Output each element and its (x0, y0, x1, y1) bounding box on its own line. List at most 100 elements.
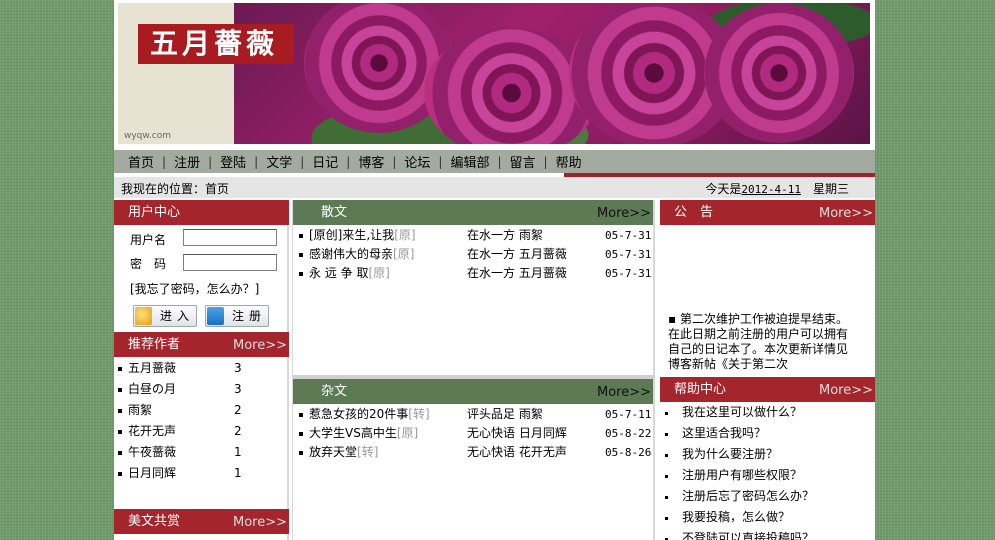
nav-register[interactable]: 注册 (166, 152, 208, 171)
recommended-header: 推荐作者 More>> (114, 332, 289, 357)
article-title-text: 大学生VS高中生 (309, 426, 397, 440)
article-date: 05-7-31 (605, 229, 652, 242)
article-date: 05-7-31 (605, 248, 652, 261)
date-link[interactable]: 2012-4-11 (741, 183, 801, 196)
bullet (118, 451, 122, 455)
key-icon (135, 307, 152, 325)
user-center-header: 用户中心 (114, 200, 289, 225)
today-prefix: 今天是 (705, 182, 742, 196)
article-date: 05-8-26 (605, 446, 652, 459)
article-row[interactable]: 大学生VS高中生[原] 无心快语 日月同辉 05-8-22 (293, 424, 653, 443)
password-input[interactable] (183, 254, 277, 271)
article-row[interactable]: 惹急女孩的20件事[转] 评头品足 雨絮 05-7-11 (293, 405, 653, 424)
article-author[interactable]: 雨絮 (519, 228, 543, 242)
recommended-more-link[interactable]: More>> (233, 333, 287, 358)
author-name: 雨絮 (128, 403, 153, 417)
nav-home[interactable]: 首页 (120, 152, 162, 171)
misc-title: 杂文 (321, 384, 348, 399)
author-count: 3 (234, 361, 242, 375)
right-column: 公 告 More>> ▪ 第二次维护工作被迫提早结束。在此日期之前注册的用户可以… (658, 200, 875, 540)
article-author[interactable]: 雨絮 (519, 407, 543, 421)
article-title[interactable]: 惹急女孩的20件事[转] (309, 405, 430, 424)
article-column: 在水一方 (467, 266, 516, 280)
article-meta: 在水一方 五月蔷薇 (467, 245, 567, 264)
forgot-password-link[interactable]: [我忘了密码，怎么办？] (130, 280, 259, 297)
help-item[interactable]: 注册后忘了密码怎么办？ (660, 486, 875, 507)
nav-login[interactable]: 登陆 (212, 152, 254, 171)
article-column: 在水一方 (467, 247, 516, 261)
article-title-text: 永 远 争 取 (309, 266, 369, 280)
nav-forum[interactable]: 论坛 (396, 152, 438, 171)
help-item[interactable]: 这里适合我吗？ (660, 423, 875, 444)
nav-diary[interactable]: 日记 (304, 152, 346, 171)
appreciation-more-link[interactable]: More>> (233, 510, 287, 535)
bullet (665, 496, 668, 499)
article-title[interactable]: 大学生VS高中生[原] (309, 424, 418, 443)
prose-list: [原创]来生,让我[原] 在水一方 雨絮 05-7-31 感谢伟大的母亲[原] 在水一… (293, 226, 653, 283)
bullet (118, 367, 122, 371)
article-tag: [原] (393, 247, 415, 261)
author-row[interactable]: 午夜蔷薇 1 (114, 442, 289, 463)
username-label: 用户名 (130, 233, 167, 247)
article-row[interactable]: 永 远 争 取[原] 在水一方 五月蔷薇 05-7-31 (293, 264, 653, 283)
rose-image (704, 3, 854, 143)
nav-help[interactable]: 帮助 (548, 152, 590, 171)
bullet (665, 454, 668, 457)
bullet (118, 388, 122, 392)
article-column: 评头品足 (467, 407, 516, 421)
bullet (665, 433, 668, 436)
help-item[interactable]: 不登陆可以直接投稿吗？ (660, 528, 875, 540)
article-tag: [转] (408, 407, 430, 421)
prose-more-link[interactable]: More>> (597, 201, 651, 226)
help-item[interactable]: 我为什么要注册？ (660, 444, 875, 465)
username-input[interactable] (183, 229, 277, 246)
author-row[interactable]: 白昼の月 3 (114, 379, 289, 400)
bullet (299, 413, 303, 417)
help-item[interactable]: 注册用户有哪些权限？ (660, 465, 875, 486)
author-row[interactable]: 五月蔷薇 3 (114, 358, 289, 379)
login-button[interactable]: 进入 (133, 305, 197, 327)
article-title[interactable]: 感谢伟大的母亲[原] (309, 245, 414, 264)
article-row[interactable]: [原创]来生,让我[原] 在水一方 雨絮 05-7-31 (293, 226, 653, 245)
nav-literature[interactable]: 文学 (258, 152, 300, 171)
nav-editorial[interactable]: 编辑部 (442, 152, 497, 171)
misc-more-link[interactable]: More>> (597, 380, 651, 405)
announcement-more-link[interactable]: More>> (819, 201, 873, 226)
left-column: 用户中心 用户名 密 码 [我忘了密码，怎么办？] 进入 注册 推荐作者 Mor… (114, 200, 289, 540)
article-title-text: [原创]来生,让我 (309, 228, 395, 242)
article-title-text: 惹急女孩的20件事 (309, 407, 409, 421)
article-tag: [原] (368, 266, 390, 280)
article-tag: [原] (396, 426, 419, 440)
author-row[interactable]: 花开无声 2 (114, 421, 289, 442)
site-logo[interactable]: 五月薔薇 (138, 24, 294, 64)
article-author[interactable]: 五月蔷薇 (519, 247, 567, 261)
bullet (299, 234, 303, 238)
help-more-link[interactable]: More>> (819, 378, 873, 403)
author-row[interactable]: 日月同辉 1 (114, 463, 289, 484)
article-author[interactable]: 五月蔷薇 (519, 266, 567, 280)
user-center-title: 用户中心 (128, 205, 181, 220)
help-item[interactable]: 我在这里可以做什么？ (660, 402, 875, 423)
register-icon (207, 307, 224, 325)
breadcrumb: 我现在的位置：首页 (121, 182, 230, 196)
bullet (118, 430, 122, 434)
nav-blog[interactable]: 博客 (350, 152, 392, 171)
article-title[interactable]: 永 远 争 取[原] (309, 264, 390, 283)
nav-guestbook[interactable]: 留言 (502, 152, 544, 171)
author-row[interactable]: 雨絮 2 (114, 400, 289, 421)
article-tag: [转] (357, 445, 379, 459)
bullet (299, 432, 303, 436)
article-column: 在水一方 (467, 228, 516, 242)
bullet (665, 475, 668, 478)
article-author[interactable]: 日月同辉 (519, 426, 567, 440)
register-button[interactable]: 注册 (205, 305, 269, 327)
article-title[interactable]: [原创]来生,让我[原] (309, 226, 416, 245)
article-row[interactable]: 感谢伟大的母亲[原] 在水一方 五月蔷薇 05-7-31 (293, 245, 653, 264)
article-title[interactable]: 放弃天堂[转] (309, 443, 378, 462)
author-count: 3 (234, 382, 242, 396)
author-name: 五月蔷薇 (128, 361, 177, 375)
article-row[interactable]: 放弃天堂[转] 无心快语 花开无声 05-8-26 (293, 443, 653, 462)
help-item-text: 注册后忘了密码怎么办？ (682, 489, 815, 503)
article-author[interactable]: 花开无声 (519, 445, 567, 459)
help-item[interactable]: 我要投稿，怎么做？ (660, 507, 875, 528)
